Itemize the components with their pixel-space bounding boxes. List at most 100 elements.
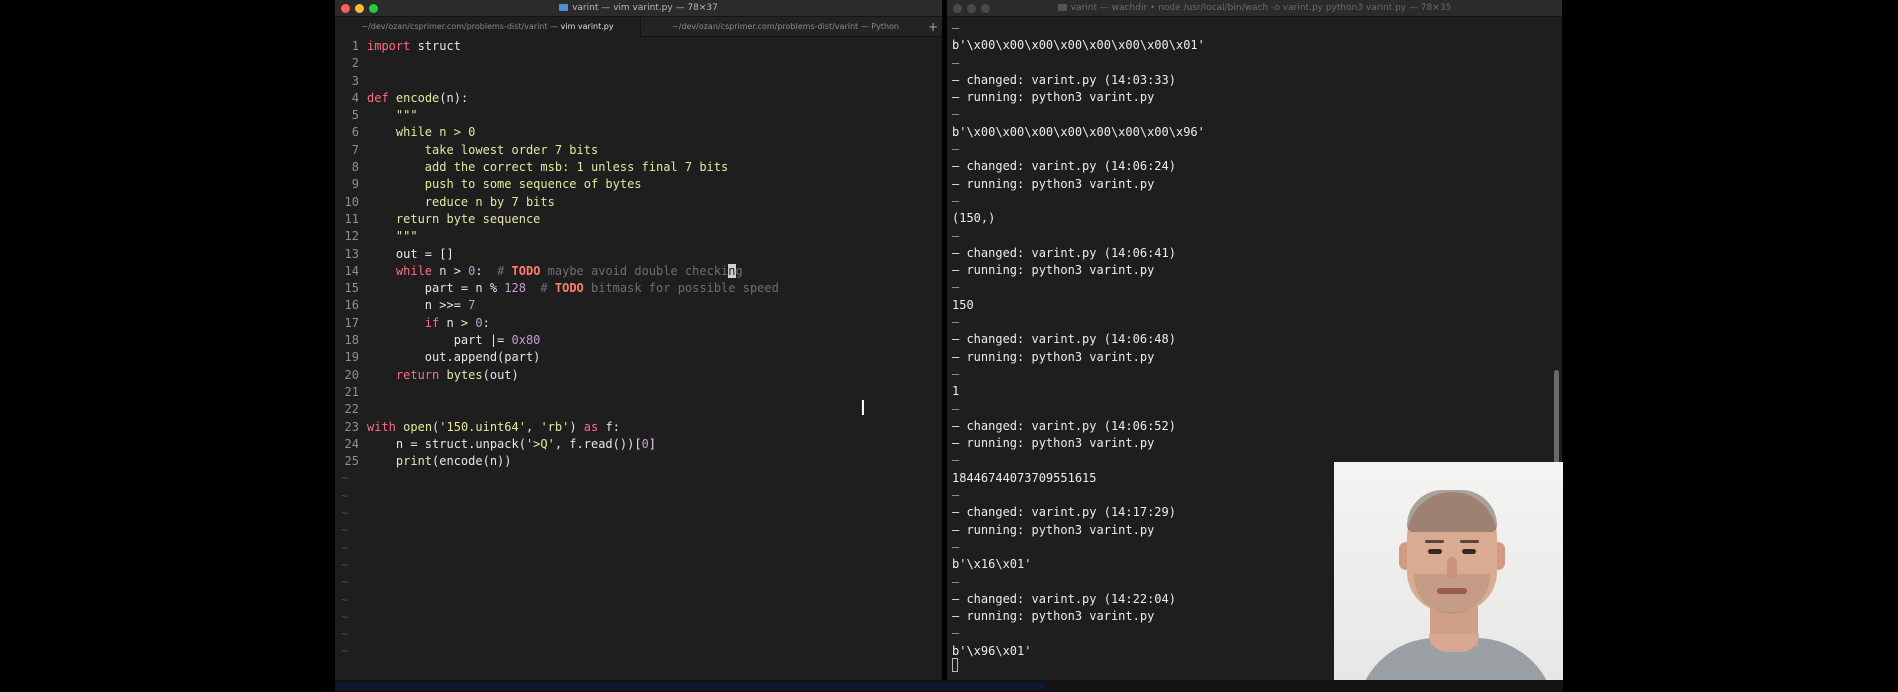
new-tab-button[interactable]: + <box>927 17 939 37</box>
code-text: push to some sequence of bytes <box>367 177 642 192</box>
zoom-window-button[interactable] <box>981 4 990 13</box>
empty-buffer-line: ~ <box>341 488 349 503</box>
webcam-brow <box>1460 540 1479 543</box>
code-line[interactable]: 9 push to some sequence of bytes <box>335 176 942 193</box>
terminal-line: – <box>952 55 960 70</box>
minimize-window-button[interactable] <box>967 4 976 13</box>
terminal-line: – running: python3 varint.py <box>952 263 1155 278</box>
code-line[interactable]: 5 """ <box>335 107 942 124</box>
terminal-line: (150,) <box>952 211 996 226</box>
line-number: 17 <box>344 315 359 330</box>
line-number: 3 <box>351 73 359 88</box>
webcam-eye <box>1428 549 1442 554</box>
code-text: take lowest order 7 bits <box>367 142 599 157</box>
code-text: out.append(part) <box>367 350 541 365</box>
line-number: 13 <box>344 246 359 261</box>
tab-path: ~/dev/ozan/csprimer.com/problems-dist/va… <box>672 22 872 31</box>
terminal-line: – <box>952 488 960 503</box>
code-line[interactable]: 17 if n > 0: <box>335 315 942 332</box>
terminal-line: b'\x96\x01' <box>952 643 1032 658</box>
line-number: 18 <box>344 333 359 348</box>
line-number: 5 <box>351 108 359 123</box>
terminal-output[interactable]: – b'\x00\x00\x00\x00\x00\x00\x00\x01' – – c… <box>952 20 1205 660</box>
webcam-beard <box>1414 574 1490 614</box>
code-line[interactable]: 25 print(encode(n)) <box>335 453 942 470</box>
zoom-window-button[interactable] <box>369 4 378 13</box>
empty-buffer-line: ~ <box>341 523 349 538</box>
vim-titlebar[interactable]: varint — vim varint.py — 78×37 <box>335 0 942 17</box>
terminal-line: – changed: varint.py (14:17:29) <box>952 505 1176 520</box>
close-window-button[interactable] <box>953 4 962 13</box>
code-line[interactable]: 22 <box>335 401 942 418</box>
vim-window-title: varint — vim varint.py — 78×37 <box>572 3 718 13</box>
terminal-line: 1 <box>952 384 960 399</box>
terminal-line: – running: python3 varint.py <box>952 176 1155 191</box>
line-number: 1 <box>351 39 359 53</box>
folder-icon <box>1057 4 1067 11</box>
terminal-titlebar[interactable]: varint — wachdir • node /usr/local/bin/w… <box>947 0 1562 17</box>
terminal-line: b'\x00\x00\x00\x00\x00\x00\x00\x96' <box>952 124 1205 139</box>
webcam-eye <box>1462 549 1476 554</box>
tab-python[interactable]: ~/dev/ozan/csprimer.com/problems-dist/va… <box>640 17 930 37</box>
code-text: out = [] <box>367 246 454 261</box>
code-line[interactable]: 12 """ <box>335 228 942 245</box>
code-line[interactable]: 21 <box>335 384 942 401</box>
line-number: 9 <box>351 177 359 192</box>
strip-accent <box>335 682 1045 690</box>
empty-buffer-line: ~ <box>341 471 349 486</box>
minimize-window-button[interactable] <box>355 4 364 13</box>
empty-buffer-line: ~ <box>341 644 349 659</box>
line-number: 25 <box>344 454 359 469</box>
code-line[interactable]: 2 <box>335 55 942 72</box>
vim-window[interactable]: varint — vim varint.py — 78×37 ~/dev/oza… <box>335 0 942 680</box>
empty-buffer-line: ~ <box>341 592 349 607</box>
terminal-line: – changed: varint.py (14:06:48) <box>952 332 1176 347</box>
code-line[interactable]: 23 with open('150.uint64', 'rb') as f: <box>335 419 942 436</box>
terminal-line: – <box>952 315 960 330</box>
bottom-strip <box>335 680 1563 692</box>
close-window-button[interactable] <box>341 4 350 13</box>
tab-vim-varint[interactable]: ~/dev/ozan/csprimer.com/problems-dist/va… <box>335 17 640 37</box>
line-number: 19 <box>344 350 359 365</box>
terminal-line: – <box>952 401 960 416</box>
code-line[interactable]: 19 out.append(part) <box>335 349 942 366</box>
line-number: 15 <box>344 281 359 296</box>
terminal-line: – <box>952 453 960 468</box>
code-line[interactable]: 8 add the correct msb: 1 unless final 7 … <box>335 159 942 176</box>
line-number: 11 <box>344 211 359 226</box>
code-editor[interactable]: 1 import struct 2 3 4 def encode(n): 5 """ 6 wh… <box>335 38 942 661</box>
terminal-line: – running: python3 varint.py <box>952 609 1155 624</box>
line-number: 7 <box>351 142 359 157</box>
empty-buffer-line: ~ <box>341 506 349 521</box>
line-number: 12 <box>344 229 359 244</box>
code-line[interactable]: 3 <box>335 73 942 90</box>
code-line[interactable]: 24 n = struct.unpack('>Q', f.read())[0] <box>335 436 942 453</box>
code-line[interactable]: 6 while n > 0 <box>335 124 942 141</box>
code-text: print(encode(n)) <box>395 454 512 469</box>
tab-label: Python <box>871 22 899 31</box>
terminal-line: – changed: varint.py (14:22:04) <box>952 591 1176 606</box>
code-text: part = n % 128 # TODO bitmask for possib… <box>367 281 779 296</box>
code-line[interactable]: 11 return byte sequence <box>335 211 942 228</box>
line-number: 8 <box>351 160 359 175</box>
code-line[interactable]: 7 take lowest order 7 bits <box>335 142 942 159</box>
code-text: import struct <box>367 39 461 53</box>
code-text: part |= 0x80 <box>367 333 541 348</box>
line-number: 4 <box>351 90 359 105</box>
code-line[interactable]: 1 import struct <box>335 38 942 55</box>
code-line[interactable]: 14 while n > 0: # TODO maybe avoid doubl… <box>335 263 942 280</box>
code-line[interactable]: 15 part = n % 128 # TODO bitmask for pos… <box>335 280 942 297</box>
terminal-line: – running: python3 varint.py <box>952 436 1155 451</box>
code-line[interactable]: 16 n >>= 7 <box>335 297 942 314</box>
code-line[interactable]: 20 return bytes(out) <box>335 367 942 384</box>
terminal-line: – changed: varint.py (14:06:52) <box>952 418 1176 433</box>
code-line[interactable]: 4 def encode(n): <box>335 90 942 107</box>
line-number: 16 <box>344 298 359 313</box>
empty-buffer-line: ~ <box>341 609 349 624</box>
folder-icon <box>559 4 569 11</box>
code-line[interactable]: 18 part |= 0x80 <box>335 332 942 349</box>
code-line[interactable]: 13 out = [] <box>335 246 942 263</box>
code-text: with open('150.uint64', 'rb') as f: <box>367 419 620 434</box>
webcam-mouth <box>1437 588 1467 594</box>
code-line[interactable]: 10 reduce n by 7 bits <box>335 194 942 211</box>
